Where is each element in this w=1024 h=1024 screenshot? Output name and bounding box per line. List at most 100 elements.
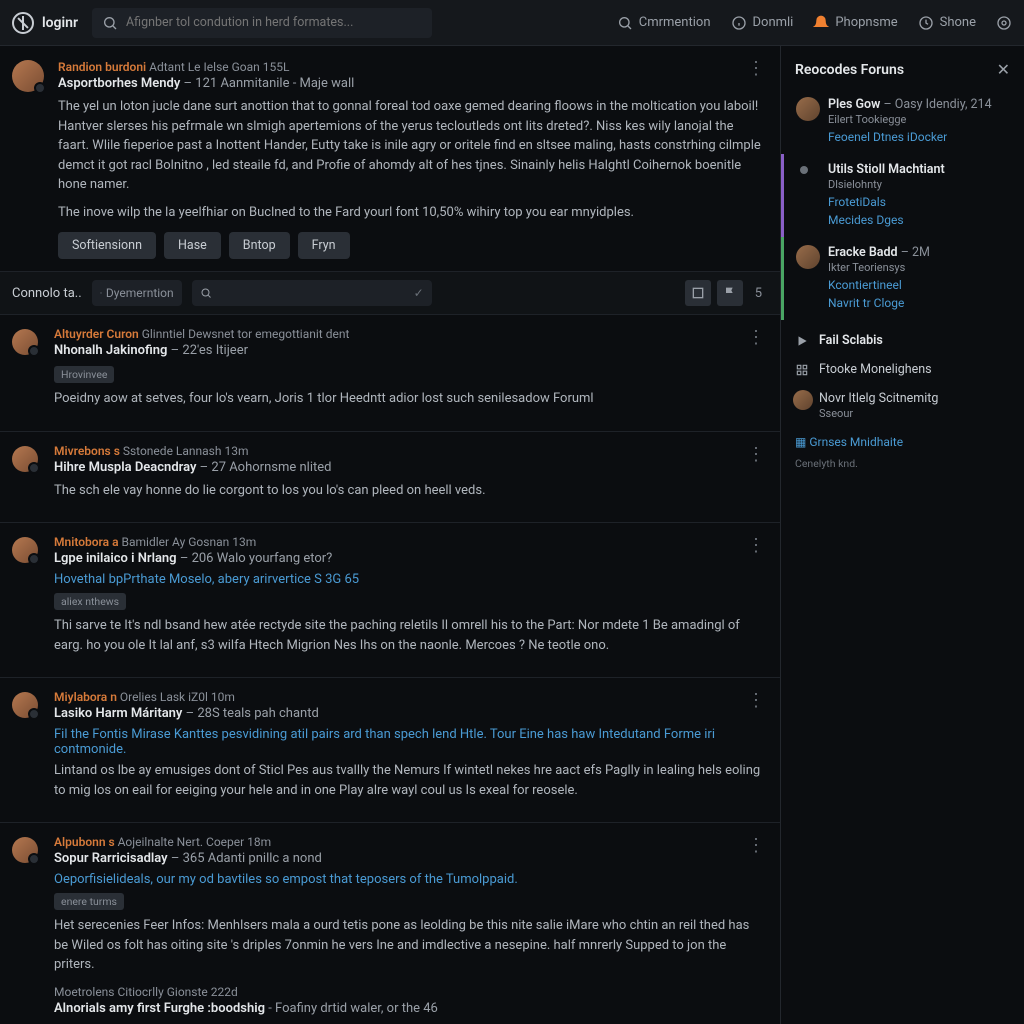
post-body: Lintand os lbe ay emusiges dont of Sticl…: [54, 761, 764, 800]
post-tag[interactable]: enere turms: [54, 893, 124, 910]
global-search[interactable]: [92, 8, 432, 38]
post-menu-button[interactable]: ⋮: [747, 535, 766, 556]
post-meta: Randion burdoni Adtant Le Ielse Goan 155…: [58, 60, 764, 74]
play-icon: [795, 334, 809, 348]
view-flag-button[interactable]: [717, 280, 743, 306]
filter-search[interactable]: ✓: [192, 280, 432, 306]
brand-text: loginr: [42, 15, 78, 31]
brand-logo[interactable]: loginr: [12, 12, 78, 34]
sidebar-footer-link[interactable]: ▦ Grnses Mnidhaite: [781, 427, 1024, 457]
post-body: The yel un loton jucle dane surt anottio…: [58, 97, 764, 195]
sidebar: Reocodes Foruns ✕ Ples Gow – Oasy Idendi…: [780, 46, 1024, 1024]
card-link[interactable]: FrotetiDals: [828, 195, 1010, 209]
card-sub: Ikter Teoriensys: [828, 261, 1010, 274]
post-meta: Mnitobora a Bamidler Ay Gosnan 13m: [54, 535, 764, 549]
post-footer-title: Alnorials amy first Furghe :boodshig - F…: [54, 1001, 764, 1016]
hero-btn-0[interactable]: Softiensionn: [58, 232, 156, 259]
feed-toolbar: Connolo ta.. Dyemerntion ✓ 5: [0, 272, 780, 315]
search-icon: [617, 15, 633, 31]
post-body: Het serecenies Feer Infos: Menhlsers mal…: [54, 916, 764, 975]
avatar[interactable]: [12, 329, 38, 355]
post-body: The sch ele vay honne do lie corgont to …: [54, 481, 764, 501]
post-menu-button[interactable]: ⋮: [747, 327, 766, 348]
post-meta: Altuyrder Curon Glinntiel Dewsnet tor em…: [54, 327, 764, 341]
post-body-2: The inove wilp the la yeelfhiar on Bucln…: [58, 203, 764, 223]
post-meta: Mivrebons s Sstonede Lannash 13m: [54, 444, 764, 458]
search-icon: [200, 287, 212, 299]
hero-btn-2[interactable]: Bntop: [229, 232, 290, 259]
close-icon[interactable]: ✕: [997, 60, 1010, 79]
hero-btn-1[interactable]: Hase: [164, 232, 221, 259]
nav-cmrmention[interactable]: Cmrmention: [617, 15, 711, 31]
post-title: Lasiko Harm Máritany – 28S teals pah cha…: [54, 706, 764, 721]
post-menu-button[interactable]: ⋮: [747, 835, 766, 856]
bell-icon: [813, 15, 829, 31]
toolbar-count: 5: [749, 286, 768, 301]
avatar[interactable]: [12, 692, 38, 718]
flag-icon: [722, 285, 738, 301]
post-menu-button[interactable]: ⋮: [747, 444, 766, 465]
card-link[interactable]: Kcontiertineel: [828, 278, 1010, 292]
post-link[interactable]: Fil the Fontis Mirase Kanttes pesvidinin…: [54, 727, 764, 757]
search-input[interactable]: [126, 15, 422, 30]
square-icon: [690, 285, 706, 301]
nav-profile[interactable]: [996, 15, 1012, 31]
clock-icon: [918, 15, 934, 31]
avatar[interactable]: [12, 837, 38, 863]
avatar: [796, 97, 820, 121]
feed-column: ⋮ Randion burdoni Adtant Le Ielse Goan 1…: [0, 46, 780, 1024]
avatar[interactable]: [12, 537, 38, 563]
hero-post: ⋮ Randion burdoni Adtant Le Ielse Goan 1…: [0, 46, 780, 272]
info-icon: [731, 15, 747, 31]
nav-phopnsme[interactable]: Phopnsme: [813, 15, 897, 31]
hero-btn-3[interactable]: Fryn: [298, 232, 350, 259]
post-body: Thi sarve te It's ndl bsand hew atée rec…: [54, 616, 764, 655]
nav-shone[interactable]: Shone: [918, 15, 976, 31]
view-grid-button[interactable]: [685, 280, 711, 306]
sidebar-footer-sub: Cenelyth knd.: [781, 457, 1024, 470]
post-title: Sopur Rarricisadlay – 365 Adanti pnillc …: [54, 851, 764, 866]
post: ⋮ Mnitobora a Bamidler Ay Gosnan 13m Lgp…: [0, 523, 780, 678]
card-title: Ples Gow – Oasy Idendiy, 214: [828, 97, 1010, 112]
sidebar-row[interactable]: Novr Itlelg ScitnemitgSseour: [781, 384, 1024, 427]
toolbar-tab[interactable]: Connolo ta..: [12, 286, 82, 301]
card-title: Eracke Badd – 2M: [828, 245, 1010, 260]
nav-donmli[interactable]: Donmli: [731, 15, 794, 31]
card-link[interactable]: Mecides Dges: [828, 213, 1010, 227]
post: ⋮ Alpubonn s Aojeilnalte Nert. Coeper 18…: [0, 823, 780, 1024]
post-title: Asportborhes Mendy – 121 Aanmitanile - M…: [58, 76, 764, 91]
post-title: Nhonalh Jakinofing – 22'es Itijeer: [54, 343, 764, 358]
post-title: Lgpe inilaico i Nrlang – 206 Walo yourfa…: [54, 551, 764, 566]
card-title: Utils Stioll Machtiant: [828, 162, 1010, 177]
target-icon: [996, 15, 1012, 31]
post-tag[interactable]: aliex nthews: [54, 593, 126, 610]
post: ⋮ Altuyrder Curon Glinntiel Dewsnet tor …: [0, 315, 780, 432]
sidebar-card[interactable]: Ples Gow – Oasy Idendiy, 214 Eilert Took…: [781, 89, 1024, 154]
filter-dropdown[interactable]: Dyemerntion: [92, 280, 182, 306]
grid-icon: [795, 363, 809, 377]
post-menu-button[interactable]: ⋮: [747, 690, 766, 711]
search-icon: [100, 287, 102, 299]
avatar: [793, 390, 813, 410]
check-icon: ✓: [414, 286, 424, 300]
post-meta: Alpubonn s Aojeilnalte Nert. Coeper 18m: [54, 835, 764, 849]
card-link[interactable]: Navrit tr Cloge: [828, 296, 1010, 310]
post-link[interactable]: Hovethal bpPrthate Moselo, abery arirver…: [54, 572, 764, 587]
post: ⋮ Mivrebons s Sstonede Lannash 13m Hihre…: [0, 432, 780, 524]
post-body: Poeidny aow at setves, four lo's vearn, …: [54, 389, 764, 409]
avatar[interactable]: [12, 446, 38, 472]
post-meta: Miylabora n Orelies Lask iZ0l 10m: [54, 690, 764, 704]
dot-icon: [800, 166, 808, 174]
post-link[interactable]: Oeporfisielideals, our my od bavtiles so…: [54, 872, 764, 887]
card-sub: Eilert Tookiegge: [828, 113, 1010, 126]
sidebar-row[interactable]: Ftooke Monelighens: [781, 355, 1024, 384]
post: ⋮ Miylabora n Orelies Lask iZ0l 10m Lasi…: [0, 678, 780, 823]
avatar: [796, 245, 820, 269]
sidebar-row[interactable]: Fail Sclabis: [781, 326, 1024, 355]
sidebar-card[interactable]: Eracke Badd – 2M Ikter Teoriensys Kcontie…: [781, 237, 1024, 320]
post-tag[interactable]: Hrovinvee: [54, 366, 114, 383]
post-footer-meta: Moetrolens Citiocrlly Gionste 222d: [54, 985, 764, 999]
card-link[interactable]: Feoenel Dtnes iDocker: [828, 130, 1010, 144]
sidebar-card[interactable]: Utils Stioll Machtiant DlsielohntyFrotet…: [781, 154, 1024, 237]
search-icon: [102, 15, 118, 31]
